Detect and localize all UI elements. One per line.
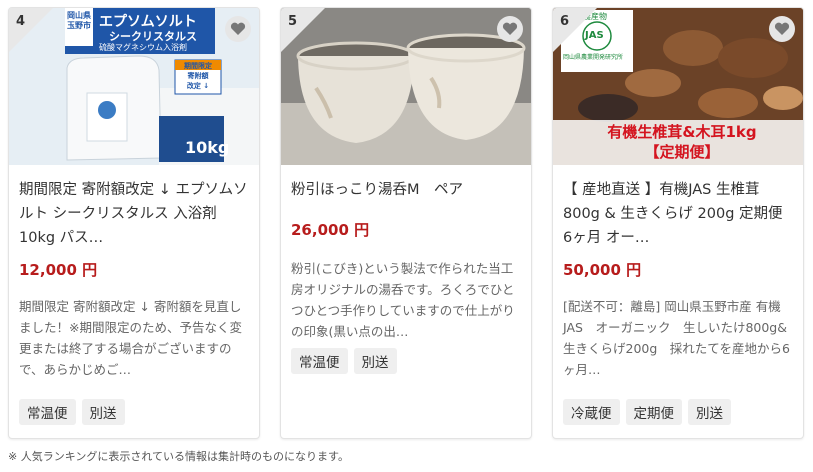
- product-description: 粉引(こびき)という製法で作られた当工房オリジナルの湯呑です。ろくろでひとつひと…: [291, 261, 515, 339]
- favorite-button[interactable]: [769, 16, 795, 42]
- product-image[interactable]: 岡山県 玉野市 エプソムソルト シークリスタルス 硫酸マグネシウム入浴剤 期間限…: [9, 8, 259, 165]
- product-card[interactable]: 5 粉引ほっこり湯呑M ペア 26,000 円 粉引(こびき)という製法で作られ…: [280, 7, 532, 439]
- tag-badge: 定期便: [625, 399, 682, 425]
- tag-badge: 別送: [353, 348, 397, 374]
- product-title[interactable]: 【 産地直送 】有機JAS 生椎茸 800g & 生きくらげ 200g 定期便 …: [563, 178, 793, 250]
- image-weight-text: 10kg: [185, 138, 230, 157]
- product-card[interactable]: 農産物 JAS 岡山県農業開発研究所 有機生椎茸&木耳1kg 【定期便】 6 【…: [552, 7, 804, 439]
- tag-list: 常温便 別送: [291, 348, 397, 374]
- heart-icon: [502, 22, 518, 35]
- tag-list: 冷蔵便 定期便 別送: [563, 399, 731, 425]
- product-description: [配送不可：離島] 岡山県玉野市産 有機JAS オーガニック 生しいたけ800g…: [563, 299, 790, 377]
- product-title[interactable]: 期間限定 寄附額改定 ↓ エプソムソルト シークリスタルス 入浴剤 10kg パ…: [19, 178, 249, 250]
- image-origin-label: 岡山県 玉野市: [67, 11, 91, 30]
- product-price: 50,000 円: [563, 261, 642, 279]
- tag-badge: 常温便: [291, 348, 348, 374]
- image-subtitle-text: 硫酸マグネシウム入浴剤: [99, 43, 187, 52]
- heart-icon: [230, 22, 246, 35]
- ranking-footnote: ※ 人気ランキングに表示されている情報は集計時のものになります。: [8, 450, 349, 463]
- rank-number: 5: [288, 14, 298, 29]
- jas-seal-bottom: 岡山県農業開発研究所: [563, 54, 624, 61]
- product-image[interactable]: 5: [281, 8, 531, 165]
- rank-number: 6: [560, 14, 570, 29]
- product-image[interactable]: 農産物 JAS 岡山県農業開発研究所 有機生椎茸&木耳1kg 【定期便】 6: [553, 8, 803, 165]
- rank-number: 4: [16, 14, 26, 29]
- product-price: 12,000 円: [19, 261, 98, 279]
- product-description: 期間限定 寄附額改定 ↓ 寄附額を見直しました！※期間限定のため、予告なく変更ま…: [19, 299, 242, 377]
- product-title[interactable]: 粉引ほっこり湯呑M ペア: [291, 178, 521, 202]
- tag-badge: 常温便: [19, 399, 76, 425]
- tag-badge: 別送: [688, 399, 731, 425]
- tag-badge: 別送: [81, 399, 125, 425]
- favorite-button[interactable]: [225, 16, 251, 42]
- tag-badge: 冷蔵便: [563, 399, 620, 425]
- image-badge-text: 期間限定 寄附額 改定 ↓: [184, 62, 212, 90]
- heart-icon: [774, 22, 790, 35]
- product-card[interactable]: 岡山県 玉野市 エプソムソルト シークリスタルス 硫酸マグネシウム入浴剤 期間限…: [8, 7, 260, 439]
- tag-list: 常温便 別送: [19, 399, 125, 425]
- product-price: 26,000 円: [291, 221, 370, 239]
- image-banner-text: 有機生椎茸&木耳1kg 【定期便】: [607, 123, 757, 161]
- favorite-button[interactable]: [497, 16, 523, 42]
